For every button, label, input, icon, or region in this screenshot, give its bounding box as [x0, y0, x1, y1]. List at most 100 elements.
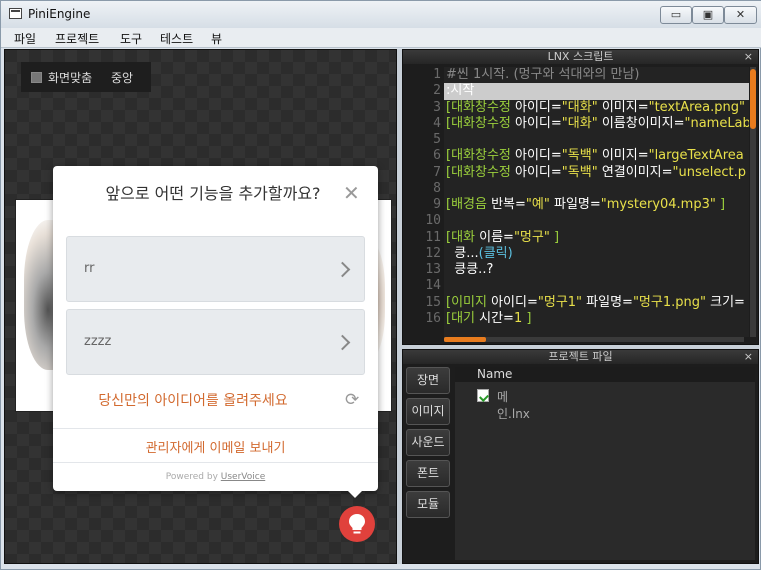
code-token: "독백" [561, 164, 602, 180]
code-token: [대기 [446, 310, 480, 326]
project-panel-title: 프로젝트 파일 [548, 350, 613, 363]
powered-by: Powered by UserVoice [53, 472, 378, 482]
code-line[interactable]: [대기 시간=1 ] [444, 311, 749, 327]
divider [53, 428, 378, 429]
code-editor[interactable]: #씬 1시작. (멍구와 석대와의 만남):시작 [대화창수정 아이디="대화" … [444, 67, 749, 337]
code-token: [대화창수정 [446, 115, 516, 131]
code-line[interactable]: 킁킁..? [444, 262, 749, 278]
code-token: #씬 1시작. (멍구와 석대와의 만남) [446, 67, 640, 82]
minimize-button[interactable]: ▭ [660, 6, 692, 24]
scroll-thumb[interactable] [750, 69, 756, 129]
code-token: 연결이미지= [601, 164, 673, 180]
line-number: 6 [433, 148, 441, 164]
code-token: 킁... [446, 245, 479, 261]
code-token: "대화" [561, 115, 602, 131]
column-header-name[interactable]: Name [455, 367, 755, 382]
code-token: 이름= [479, 229, 514, 245]
code-token: "독백" [561, 148, 602, 164]
uservoice-link[interactable]: UserVoice [221, 472, 265, 482]
tab-modules[interactable]: 모듈 [406, 491, 450, 518]
feedback-option[interactable]: zzzz [66, 309, 365, 375]
code-token: 아이디= [491, 294, 538, 310]
code-line[interactable]: [대화 이름="멍구" ] [444, 230, 749, 246]
code-line[interactable]: [대화창수정 아이디="독백" 이미지="largeTextArea [444, 148, 749, 164]
code-line[interactable] [444, 181, 749, 197]
code-token: 아이디= [515, 164, 562, 180]
code-line[interactable] [444, 213, 749, 229]
line-number: 11 [425, 229, 441, 245]
line-numbers: 1 2 3 4 5 6 7 8 9 10 11 12 13 14 15 16 [408, 67, 441, 327]
code-token: 이미지= [601, 99, 649, 115]
code-line[interactable]: #씬 1시작. (멍구와 석대와의 만남) [444, 67, 749, 83]
feedback-bulb-button[interactable] [339, 506, 375, 542]
code-token: 이름창이미지= [601, 115, 685, 131]
close-icon[interactable]: × [744, 350, 753, 363]
close-icon[interactable]: × [744, 50, 753, 63]
menu-test[interactable]: 테스트 [160, 30, 193, 47]
code-token: ] [526, 310, 532, 326]
email-admin-link[interactable]: 관리자에게 이메일 보내기 [53, 437, 378, 456]
code-line[interactable]: [이미지 아이디="멍구1" 파일명="멍구1.png" 크기= [444, 295, 749, 311]
menu-project[interactable]: 프로젝트 [55, 30, 99, 47]
horizontal-scrollbar[interactable] [444, 337, 744, 342]
maximize-button[interactable]: ▣ [692, 6, 724, 24]
code-line[interactable]: [대화창수정 아이디="독백" 연결이미지="unselect.p [444, 165, 749, 181]
menu-view[interactable]: 뷰 [211, 30, 222, 47]
code-token: 킁킁..? [446, 262, 494, 277]
code-token: "nameLab [684, 115, 749, 131]
tab-sounds[interactable]: 사운드 [406, 429, 450, 456]
code-token: "멍구" [513, 229, 554, 245]
powered-by-prefix: Powered by [165, 472, 221, 482]
line-number: 8 [433, 180, 441, 196]
code-line[interactable]: [대화창수정 아이디="대화" 이미지="textArea.png" [444, 100, 749, 116]
submit-idea-link[interactable]: 당신만의 아이디어를 올려주세요 [53, 390, 333, 410]
menu-tools[interactable]: 도구 [120, 30, 142, 47]
stage-preview[interactable]: 화면맞춤 중앙 앞으로 어떤 기능을 추가할까요? ✕ rr zzzz 당신만의… [4, 49, 397, 564]
line-number: 15 [425, 294, 441, 310]
tab-scenes[interactable]: 장면 [406, 367, 450, 394]
code-token: [대화 [446, 229, 480, 245]
refresh-icon[interactable]: ⟳ [345, 390, 359, 410]
tab-fonts[interactable]: 폰트 [406, 460, 450, 487]
code-line[interactable]: [대화창수정 아이디="대화" 이름창이미지="nameLab [444, 116, 749, 132]
chevron-right-icon [334, 261, 351, 278]
line-number: 9 [433, 197, 441, 212]
code-token: "예" [525, 197, 554, 212]
tab-images[interactable]: 이미지 [406, 398, 450, 425]
main-window: PiniEngine ▭ ▣ ✕ 파일 프로젝트 도구 테스트 뷰 화면맞춤 중… [0, 0, 761, 570]
scroll-thumb[interactable] [444, 337, 486, 342]
feedback-title: 앞으로 어떤 기능을 추가할까요? [105, 184, 321, 203]
line-number: 10 [425, 213, 441, 229]
code-token: 아이디= [515, 148, 562, 164]
feedback-option[interactable]: rr [66, 236, 365, 302]
code-token: (클릭) [478, 245, 513, 261]
code-token: [대화창수정 [446, 99, 516, 115]
code-line[interactable] [444, 132, 749, 148]
script-panel: LNX 스크립트 × 1 2 3 4 5 6 7 8 9 10 11 12 13 14 15 16 #씬 1시… [402, 49, 759, 345]
line-number: 14 [425, 278, 441, 294]
line-number: 13 [425, 262, 441, 277]
code-token: "unselect.p [672, 164, 746, 180]
code-line[interactable]: :시작 [444, 83, 749, 100]
close-icon[interactable]: ✕ [343, 181, 360, 205]
feedback-option-label: rr [84, 261, 95, 276]
code-token: "textArea.png" [648, 99, 746, 115]
code-line[interactable] [444, 278, 749, 294]
code-token: "mystery04.mp3" [600, 197, 720, 212]
code-token: 아이디= [515, 99, 562, 115]
window-title: PiniEngine [28, 7, 91, 21]
code-token: 1 [513, 310, 527, 326]
popup-tail [347, 490, 363, 498]
code-line[interactable]: [배경음 반복="예" 파일명="mystery04.mp3" ] [444, 197, 749, 213]
feedback-option-label: zzzz [84, 334, 112, 349]
fit-screen-checkbox[interactable] [31, 72, 42, 83]
code-token: 시간= [479, 310, 514, 326]
vertical-scrollbar[interactable] [750, 67, 756, 337]
fit-screen-label: 화면맞춤 [48, 71, 93, 85]
center-button[interactable]: 중앙 [111, 69, 133, 86]
file-name: 메인.lnx [497, 390, 530, 421]
code-line[interactable]: 킁...(클릭) [444, 246, 749, 262]
close-window-button[interactable]: ✕ [724, 6, 757, 24]
menu-file[interactable]: 파일 [14, 30, 36, 47]
code-token: [대화창수정 [446, 164, 516, 180]
